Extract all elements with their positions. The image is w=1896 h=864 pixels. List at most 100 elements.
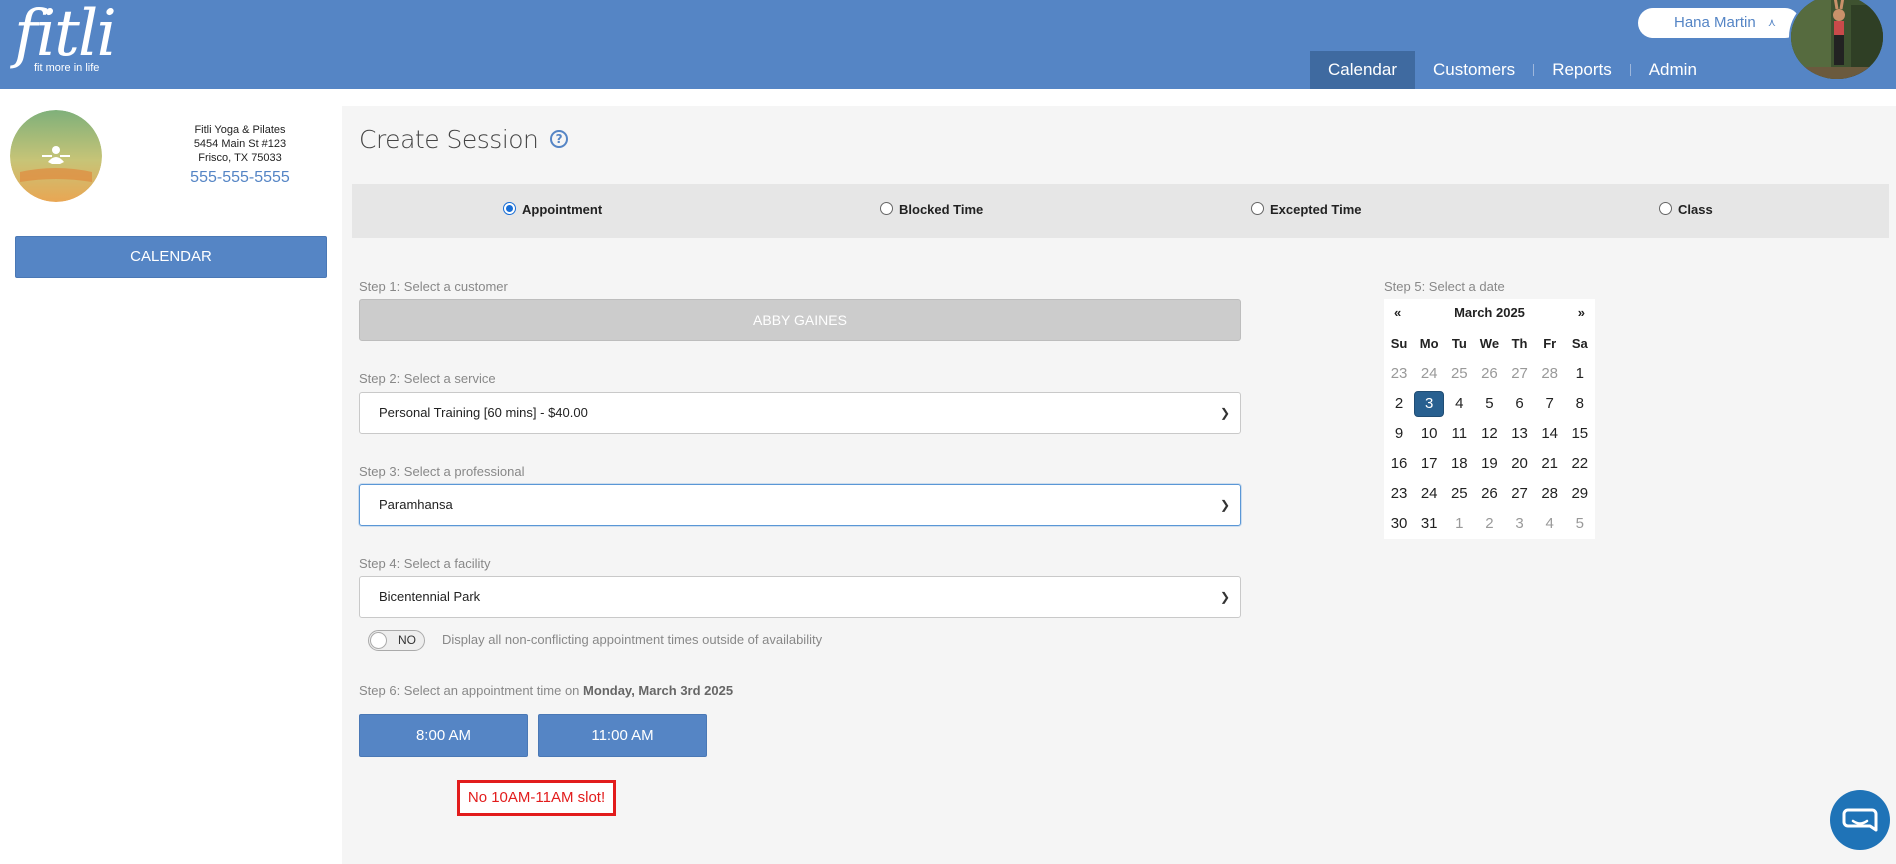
facility-value: Bicentennial Park (379, 589, 481, 604)
calendar-day[interactable]: 4 (1444, 389, 1474, 419)
weekday-header: Th (1511, 336, 1528, 351)
facility-select[interactable]: Bicentennial Park ❯ (359, 576, 1241, 618)
nav-reports[interactable]: Reports (1534, 51, 1630, 89)
radio-button[interactable] (1659, 202, 1672, 215)
calendar-day[interactable]: 5 (1474, 389, 1504, 419)
toggle-knob (370, 632, 387, 649)
step6-label: Step 6: Select an appointment time on Mo… (359, 683, 733, 698)
calendar-day[interactable]: 23 (1384, 359, 1414, 389)
calendar-day[interactable]: 13 (1505, 419, 1535, 449)
calendar-day[interactable]: 25 (1444, 359, 1474, 389)
radio-blocked-time[interactable]: Blocked Time (880, 202, 983, 217)
calendar-day[interactable]: 28 (1535, 479, 1565, 509)
calendar-day[interactable]: 31 (1414, 509, 1444, 539)
calendar-day[interactable]: 21 (1535, 449, 1565, 479)
calendar-day[interactable]: 1 (1444, 509, 1474, 539)
calendar-day[interactable]: 19 (1474, 449, 1504, 479)
radio-button[interactable] (1251, 202, 1264, 215)
weekday-header: Sa (1571, 336, 1588, 351)
service-select[interactable]: Personal Training [60 mins] - $40.00 ❯ (359, 392, 1241, 434)
calendar-day[interactable]: 18 (1444, 449, 1474, 479)
weekday-header: Fr (1543, 336, 1557, 351)
calendar-day[interactable]: 17 (1414, 449, 1444, 479)
calendar-day[interactable]: 25 (1444, 479, 1474, 509)
availability-toggle[interactable]: NO (368, 630, 425, 651)
top-header: fitli fit more in life Hana Martin ⋏ Cal… (0, 0, 1896, 89)
radio-label: Blocked Time (899, 202, 984, 217)
calendar-day[interactable]: 6 (1505, 389, 1535, 419)
business-phone[interactable]: 555-555-5555 (160, 168, 320, 188)
calendar-day[interactable]: 3 (1414, 391, 1445, 417)
help-circle-icon[interactable]: ? (549, 130, 568, 148)
next-month-button[interactable]: » (1578, 305, 1585, 320)
calendar-day[interactable]: 23 (1384, 479, 1414, 509)
business-logo (10, 110, 102, 202)
calendar-day[interactable]: 27 (1505, 359, 1535, 389)
calendar-day[interactable]: 22 (1565, 449, 1595, 479)
calendar-day[interactable]: 9 (1384, 419, 1414, 449)
radio-excepted-time[interactable]: Excepted Time (1251, 202, 1362, 217)
nav-admin[interactable]: Admin (1631, 51, 1715, 89)
user-menu[interactable]: Hana Martin ⋏ (1638, 8, 1800, 38)
calendar-day[interactable]: 4 (1535, 509, 1565, 539)
weekday-header: Su (1390, 336, 1408, 351)
calendar-day[interactable]: 5 (1565, 509, 1595, 539)
business-address-line1: 5454 Main St #123 (193, 138, 287, 150)
calendar-day[interactable]: 2 (1474, 509, 1504, 539)
date-picker: « March 2025 » Su Mo Tu We Th Fr Sa 23 24… (1384, 299, 1595, 539)
customer-select-button[interactable]: ABBY GAINES (359, 299, 1241, 341)
radio-label: Excepted Time (1270, 202, 1362, 217)
time-slot-button[interactable]: 11:00 AM (538, 714, 707, 757)
business-name: Fitli Yoga & Pilates (194, 124, 286, 136)
calendar-day[interactable]: 30 (1384, 509, 1414, 539)
radio-class[interactable]: Class (1659, 202, 1713, 217)
chevron-down-icon: ⋏ (1767, 17, 1776, 29)
calendar-day[interactable]: 16 (1384, 449, 1414, 479)
radio-button-checked[interactable] (503, 202, 516, 215)
nav-customers[interactable]: Customers (1415, 51, 1533, 89)
page-title: Create Session ? (359, 125, 568, 154)
calendar-day[interactable]: 8 (1565, 389, 1595, 419)
step3-label: Step 3: Select a professional (359, 464, 525, 479)
calendar-day[interactable]: 24 (1414, 479, 1444, 509)
calendar-day[interactable]: 26 (1474, 479, 1504, 509)
business-address-line2: Frisco, TX 75033 (198, 152, 282, 164)
professional-value: Paramhansa (379, 497, 453, 512)
session-type-bar: Appointment Blocked Time Excepted Time C… (352, 184, 1889, 238)
calendar-day[interactable]: 1 (1565, 359, 1595, 389)
professional-select[interactable]: Paramhansa ❯ (359, 484, 1241, 526)
calendar-day[interactable]: 27 (1505, 479, 1535, 509)
step5-label: Step 5: Select a date (1384, 279, 1505, 294)
date-picker-header: « March 2025 » (1384, 299, 1595, 329)
toggle-state: NO (398, 633, 416, 647)
calendar-day[interactable]: 28 (1535, 359, 1565, 389)
calendar-day[interactable]: 29 (1565, 479, 1595, 509)
nav-calendar[interactable]: Calendar (1310, 51, 1415, 89)
calendar-day[interactable]: 3 (1505, 509, 1535, 539)
calendar-day[interactable]: 20 (1505, 449, 1535, 479)
calendar-day[interactable]: 14 (1535, 419, 1565, 449)
chat-bubble-icon[interactable] (1830, 790, 1890, 850)
avatar[interactable] (1789, 0, 1885, 81)
radio-button[interactable] (880, 202, 893, 215)
radio-appointment[interactable]: Appointment (503, 202, 602, 217)
fitli-logo[interactable]: fitli fit more in life (14, 2, 117, 74)
step2-label: Step 2: Select a service (359, 371, 496, 386)
calendar-day[interactable]: 7 (1535, 389, 1565, 419)
calendar-day[interactable]: 15 (1565, 419, 1595, 449)
radio-label: Appointment (522, 202, 603, 217)
step6-label-text: Step 6: Select an appointment time on (359, 683, 580, 698)
step6-date: Monday, March 3rd 2025 (583, 683, 734, 698)
calendar-day[interactable]: 12 (1474, 419, 1504, 449)
calendar-day[interactable]: 10 (1414, 419, 1444, 449)
calendar-day[interactable]: 2 (1384, 389, 1414, 419)
weekday-header: We (1479, 336, 1500, 351)
time-slot-button[interactable]: 8:00 AM (359, 714, 528, 757)
calendar-button[interactable]: CALENDAR (15, 236, 327, 278)
month-title[interactable]: March 2025 (1384, 305, 1595, 320)
date-grid: Su Mo Tu We Th Fr Sa 23 24 25 26 27 28 1 2 3 4 5 6 7… (1384, 329, 1595, 539)
chevron-down-icon: ❯ (1219, 406, 1230, 420)
calendar-day[interactable]: 24 (1414, 359, 1444, 389)
calendar-day[interactable]: 11 (1444, 419, 1474, 449)
calendar-day[interactable]: 26 (1474, 359, 1504, 389)
